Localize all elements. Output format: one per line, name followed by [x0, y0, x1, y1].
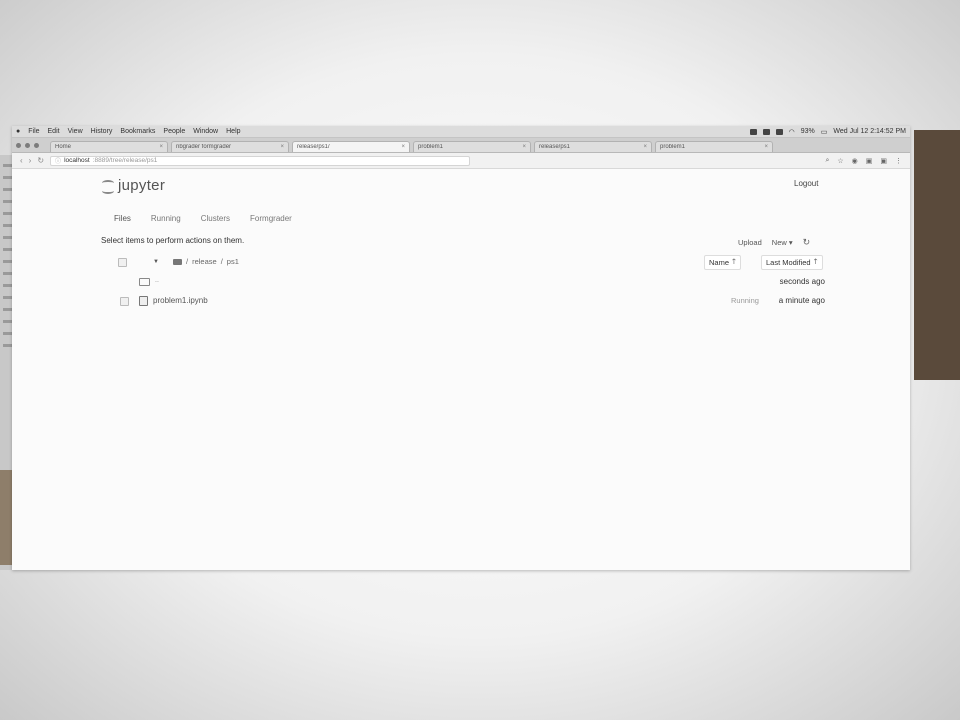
- close-tab-icon[interactable]: ×: [159, 144, 163, 150]
- modified-time: a minute ago: [778, 296, 825, 305]
- list-item[interactable]: .. seconds ago: [101, 277, 825, 293]
- wall-dark-panel: [914, 130, 960, 380]
- status-icon[interactable]: [749, 128, 757, 135]
- tab-files[interactable]: Files: [114, 214, 131, 223]
- browser-tab-active[interactable]: release/ps1/×: [292, 141, 410, 152]
- arrow-up-icon: 🡑: [732, 257, 736, 266]
- menu-help[interactable]: Help: [226, 128, 240, 135]
- arrow-up-icon: 🡑: [813, 257, 818, 266]
- folder-icon: [139, 278, 150, 286]
- close-tab-icon[interactable]: ×: [401, 144, 405, 150]
- menu-icon[interactable]: ⋮: [895, 157, 902, 165]
- address-bar: ‹ › ↻ ⓘ localhost:8889/tree/release/ps1 …: [12, 153, 910, 169]
- wifi-icon[interactable]: ◠: [789, 128, 795, 136]
- new-dropdown[interactable]: New ▾: [772, 238, 793, 247]
- extension-icon[interactable]: ◉: [852, 157, 858, 165]
- browser-tab[interactable]: problem1 ×: [413, 141, 531, 152]
- menu-people[interactable]: People: [163, 128, 185, 135]
- logout-button[interactable]: Logout: [794, 179, 818, 188]
- running-status: Running: [731, 296, 759, 305]
- menubar-status: ◠ 93% ▭ Wed Jul 12 2:14:52 PM: [749, 128, 906, 136]
- selection-dropdown-icon[interactable]: ▼: [153, 259, 159, 265]
- menu-view[interactable]: View: [68, 128, 83, 135]
- close-tab-icon[interactable]: ×: [280, 144, 284, 150]
- battery-icon[interactable]: ▭: [821, 128, 828, 136]
- modified-time: seconds ago: [779, 277, 825, 286]
- sort-name-button[interactable]: Name 🡑: [704, 255, 741, 270]
- jupyter-logo-text: jupyter: [118, 177, 166, 194]
- browser-tab[interactable]: nbgrader formgrader ×: [171, 141, 289, 152]
- bookmark-star-icon[interactable]: ☆: [837, 157, 843, 165]
- caret-down-icon: ▾: [788, 238, 793, 247]
- upload-button[interactable]: Upload: [738, 238, 762, 247]
- home-folder-icon[interactable]: [173, 258, 182, 265]
- search-icon[interactable]: ⌕: [825, 157, 829, 165]
- tab-formgrader[interactable]: Formgrader: [250, 214, 292, 223]
- file-list-header: ▼ / release / ps1 Name 🡑 Last Modified 🡑: [101, 255, 825, 271]
- list-item[interactable]: problem1.ipynb Running a minute ago: [101, 296, 825, 312]
- select-hint: Select items to perform actions on them.: [101, 236, 245, 245]
- status-icon[interactable]: [775, 128, 783, 135]
- menu-edit[interactable]: Edit: [48, 128, 60, 135]
- jupyter-logo[interactable]: jupyter: [101, 177, 165, 194]
- battery-percent[interactable]: 93%: [801, 128, 815, 135]
- jupyter-tabs: Files Running Clusters Formgrader: [114, 214, 292, 223]
- url-input[interactable]: ⓘ localhost:8889/tree/release/ps1: [50, 155, 471, 166]
- close-tab-icon[interactable]: ×: [522, 144, 526, 150]
- browser-tab[interactable]: Home ×: [50, 141, 168, 152]
- menu-file[interactable]: File: [28, 128, 39, 135]
- select-all-checkbox[interactable]: [118, 258, 127, 267]
- sort-modified-button[interactable]: Last Modified 🡑: [761, 255, 823, 270]
- window-controls: [16, 138, 39, 152]
- menu-window[interactable]: Window: [193, 128, 218, 135]
- row-checkbox[interactable]: [120, 297, 129, 306]
- extension-icon[interactable]: ▣: [880, 157, 887, 165]
- menu-bookmarks[interactable]: Bookmarks: [120, 128, 155, 135]
- breadcrumb-release[interactable]: release: [192, 257, 217, 266]
- refresh-icon[interactable]: ↻: [803, 237, 811, 248]
- close-window-icon[interactable]: [16, 142, 21, 148]
- maximize-window-icon[interactable]: [34, 142, 39, 148]
- menubar-clock[interactable]: Wed Jul 12 2:14:52 PM: [833, 128, 906, 135]
- browser-tabstrip: Home × nbgrader formgrader × release/ps1/×…: [12, 138, 910, 153]
- browser-tab[interactable]: problem1 ×: [655, 141, 773, 152]
- browser-window: ● File Edit View History Bookmarks Peopl…: [12, 126, 910, 570]
- page-info-icon[interactable]: ⓘ: [55, 156, 61, 165]
- tab-clusters[interactable]: Clusters: [201, 214, 230, 223]
- forward-icon[interactable]: ›: [29, 156, 32, 165]
- extension-icon[interactable]: ▣: [866, 157, 873, 165]
- menu-history[interactable]: History: [91, 128, 113, 135]
- breadcrumb: / release / ps1: [173, 257, 239, 266]
- back-icon[interactable]: ‹: [20, 156, 23, 165]
- jupyter-page: jupyter Logout Files Running Clusters Fo…: [12, 169, 910, 570]
- browser-tab[interactable]: release/ps1 ×: [534, 141, 652, 152]
- close-tab-icon[interactable]: ×: [643, 144, 647, 150]
- file-tools: Upload New ▾ ↻: [738, 237, 810, 248]
- minimize-window-icon[interactable]: [25, 142, 30, 148]
- reload-icon[interactable]: ↻: [37, 156, 44, 165]
- status-icon[interactable]: [762, 128, 770, 135]
- close-tab-icon[interactable]: ×: [764, 144, 768, 150]
- jupyter-logo-icon: [101, 178, 115, 194]
- notebook-link[interactable]: problem1.ipynb: [153, 296, 208, 305]
- apple-icon[interactable]: ●: [16, 128, 20, 135]
- notebook-icon: [139, 296, 148, 306]
- parent-dir-link[interactable]: ..: [155, 277, 159, 284]
- os-menubar: ● File Edit View History Bookmarks Peopl…: [12, 126, 910, 138]
- tab-running[interactable]: Running: [151, 214, 181, 223]
- breadcrumb-ps1[interactable]: ps1: [227, 257, 239, 266]
- toolbar-extensions: ⌕ ☆ ◉ ▣ ▣ ⋮: [825, 157, 902, 165]
